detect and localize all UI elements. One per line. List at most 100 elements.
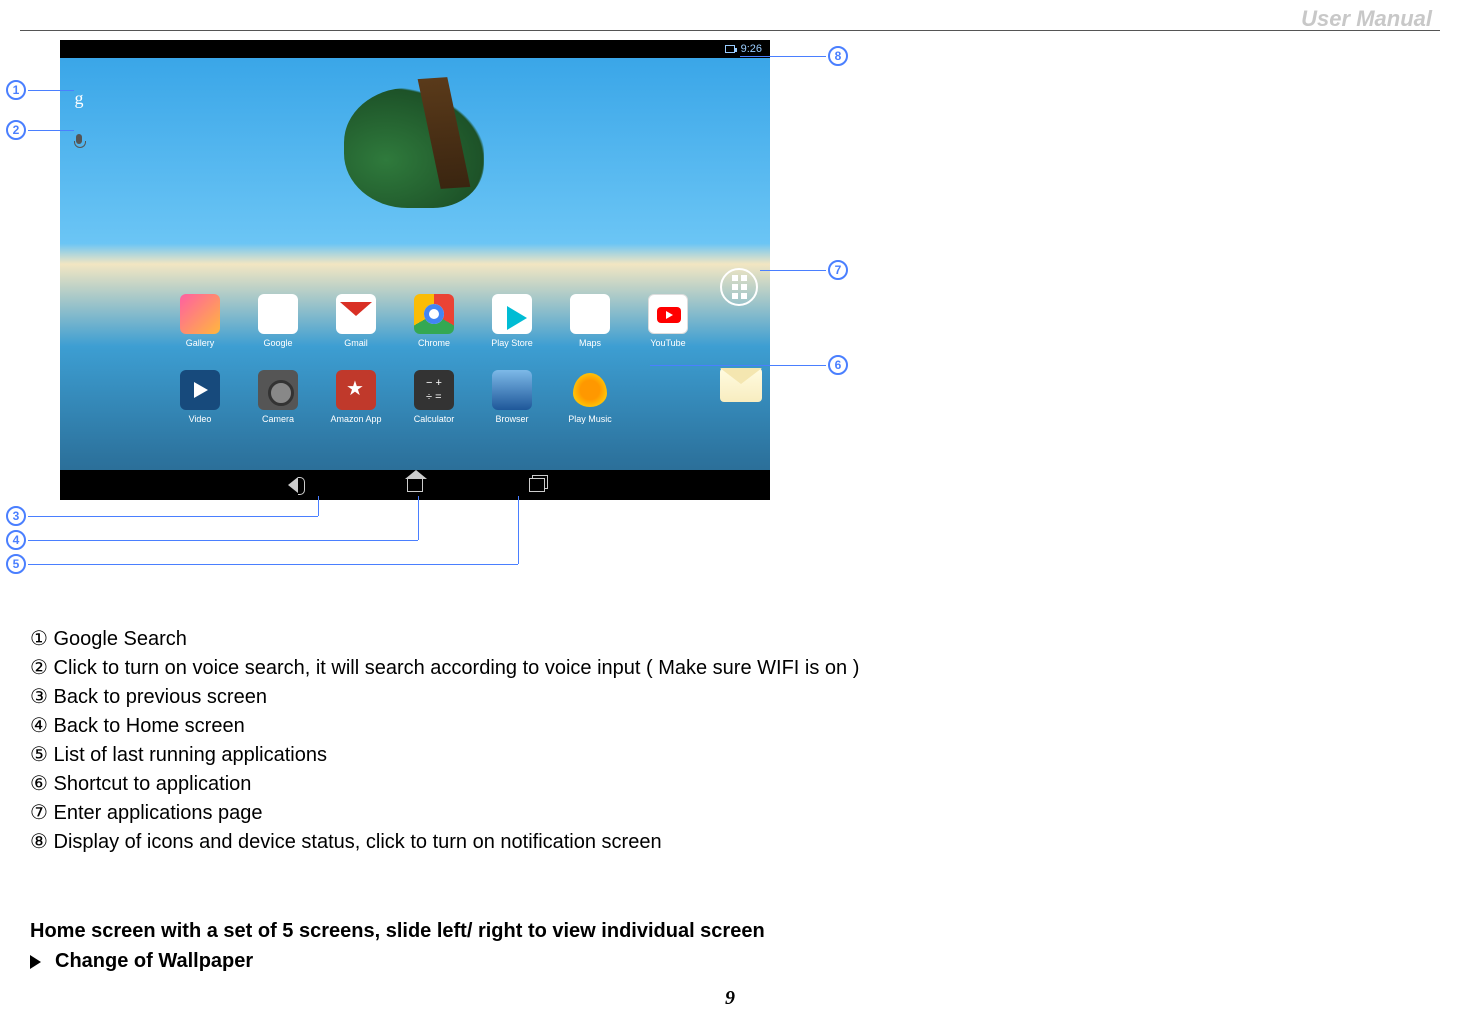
legend-num: ④ (30, 715, 48, 737)
playmusic-icon (570, 370, 610, 410)
legend-item-3: ③ Back to previous screen (30, 683, 859, 712)
bullet-triangle-icon (30, 955, 41, 969)
callout-line-5v (518, 496, 519, 564)
legend-list: ① Google Search ② Click to turn on voice… (30, 625, 859, 857)
legend-text: Click to turn on voice search, it will s… (54, 657, 860, 679)
google-search-icon[interactable]: g (68, 88, 90, 110)
callout-line-8 (740, 56, 826, 57)
app-chrome[interactable]: Chrome (399, 278, 469, 348)
callout-badge-7: 7 (828, 260, 848, 280)
callout-line-3 (28, 516, 318, 517)
nav-recent-button[interactable] (526, 474, 548, 496)
nav-bar (60, 470, 770, 500)
app-playstore[interactable]: Play Store (477, 278, 547, 348)
bullet-item: Change of Wallpaper (30, 950, 253, 973)
app-label: Video (189, 414, 212, 424)
callout-line-5 (28, 564, 518, 565)
app-gallery[interactable]: Gallery (165, 278, 235, 348)
legend-num: ⑥ (30, 773, 48, 795)
callout-line-4v (418, 496, 419, 540)
app-label: Gmail (344, 338, 368, 348)
legend-item-8: ⑧ Display of icons and device status, cl… (30, 828, 859, 857)
legend-item-2: ② Click to turn on voice search, it will… (30, 654, 859, 683)
page-number: 9 (725, 987, 735, 1010)
sub-heading: Home screen with a set of 5 screens, sli… (30, 920, 765, 943)
app-gmail[interactable]: Gmail (321, 278, 391, 348)
browser-icon (492, 370, 532, 410)
bullet-text: Change of Wallpaper (55, 950, 253, 972)
legend-text: Shortcut to application (54, 773, 252, 795)
app-calculator[interactable]: Calculator (399, 354, 469, 424)
status-time: 9:26 (741, 43, 762, 55)
tablet-screenshot: 9:26 g Gallery g Google Gmail Chrome Play… (60, 40, 770, 500)
voice-search-icon[interactable] (68, 128, 90, 150)
app-label: Amazon App (330, 414, 381, 424)
callout-line-7 (760, 270, 826, 271)
maps-icon: g (570, 294, 610, 334)
gmail-icon (336, 294, 376, 334)
chrome-icon (414, 294, 454, 334)
legend-num: ⑧ (30, 831, 48, 853)
legend-item-7: ⑦ Enter applications page (30, 799, 859, 828)
app-label: Browser (495, 414, 528, 424)
right-widgets (720, 268, 762, 402)
app-label: Calculator (414, 414, 455, 424)
mail-widget-icon[interactable] (720, 368, 762, 402)
legend-text: List of last running applications (54, 744, 328, 766)
nav-back-button[interactable] (282, 474, 304, 496)
app-amazon[interactable]: Amazon App (321, 354, 391, 424)
callout-badge-3: 3 (6, 506, 26, 526)
app-shortcut-grid: Gallery gGoogle Gmail Chrome Play Store … (165, 278, 703, 424)
legend-text: Display of icons and device status, clic… (54, 831, 662, 853)
callout-badge-6: 6 (828, 355, 848, 375)
legend-num: ③ (30, 686, 48, 708)
callout-badge-5: 5 (6, 554, 26, 574)
app-label: Play Store (491, 338, 533, 348)
battery-icon (725, 45, 735, 53)
apps-drawer-icon[interactable] (720, 268, 758, 306)
callout-badge-2: 2 (6, 120, 26, 140)
nav-home-button[interactable] (404, 474, 426, 496)
callout-line-4 (28, 540, 418, 541)
video-icon (180, 370, 220, 410)
app-camera[interactable]: Camera (243, 354, 313, 424)
app-browser[interactable]: Browser (477, 354, 547, 424)
app-google[interactable]: g Google (243, 278, 313, 348)
legend-num: ① (30, 628, 48, 650)
app-label: Chrome (418, 338, 450, 348)
callout-line-1 (28, 90, 74, 91)
app-label: Maps (579, 338, 601, 348)
legend-text: Enter applications page (54, 802, 263, 824)
legend-num: ② (30, 657, 48, 679)
legend-item-5: ⑤ List of last running applications (30, 741, 859, 770)
header-label: User Manual (1301, 6, 1432, 32)
gallery-icon (180, 294, 220, 334)
legend-item-6: ⑥ Shortcut to application (30, 770, 859, 799)
callout-badge-8: 8 (828, 46, 848, 66)
camera-icon (258, 370, 298, 410)
app-label: Google (263, 338, 292, 348)
playstore-icon (492, 294, 532, 334)
app-video[interactable]: Video (165, 354, 235, 424)
legend-text: Back to Home screen (54, 715, 245, 737)
app-label: Gallery (186, 338, 215, 348)
callout-badge-4: 4 (6, 530, 26, 550)
app-youtube[interactable]: YouTube (633, 278, 703, 348)
callout-line-6 (650, 365, 826, 366)
legend-item-1: ① Google Search (30, 625, 859, 654)
figure-area: 9:26 g Gallery g Google Gmail Chrome Play… (0, 40, 900, 585)
app-maps[interactable]: g Maps (555, 278, 625, 348)
legend-text: Google Search (54, 628, 187, 650)
callout-line-2 (28, 130, 74, 131)
header-rule (20, 30, 1440, 31)
wallpaper: g Gallery g Google Gmail Chrome Play Stor… (60, 58, 770, 470)
app-label: YouTube (650, 338, 685, 348)
legend-item-4: ④ Back to Home screen (30, 712, 859, 741)
app-label: Camera (262, 414, 294, 424)
youtube-icon (648, 294, 688, 334)
search-widget: g (68, 88, 98, 150)
legend-num: ⑦ (30, 802, 48, 824)
calculator-icon (414, 370, 454, 410)
app-playmusic[interactable]: Play Music (555, 354, 625, 424)
google-icon: g (258, 294, 298, 334)
